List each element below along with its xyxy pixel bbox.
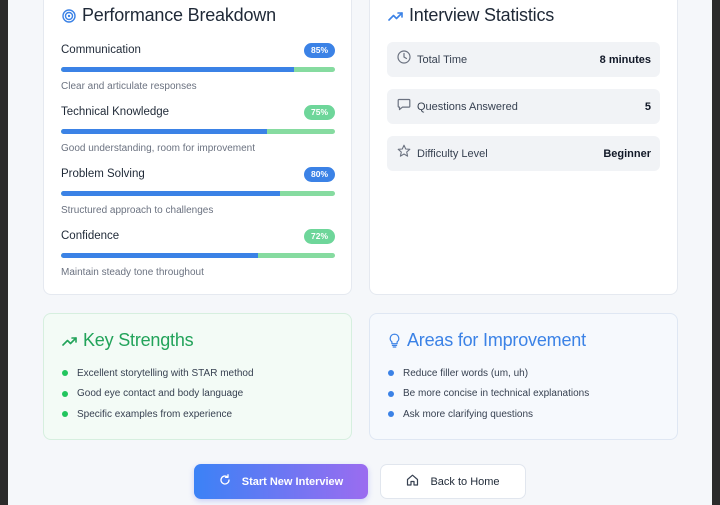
start-new-interview-label: Start New Interview (241, 475, 344, 488)
metric-header: Problem Solving 80% (61, 165, 335, 183)
improvement-header: Areas for Improvement (388, 330, 586, 351)
metric-description: Good understanding, room for improvement (61, 143, 255, 154)
metric-row: Problem Solving 80% Structured approach to… (61, 165, 335, 216)
star-icon (397, 144, 417, 163)
list-item: Good eye contact and body language (62, 384, 254, 405)
stat-difficulty-level: Difficulty Level Beginner (387, 136, 660, 171)
list-item: Excellent storytelling with STAR method (62, 363, 254, 384)
progress-bar (61, 129, 335, 134)
stat-value: Beginner (603, 147, 651, 160)
performance-breakdown-header: Performance Breakdown (62, 5, 276, 26)
metric-header: Communication 85% (61, 41, 335, 59)
home-icon (406, 474, 419, 489)
metric-name: Communication (61, 44, 141, 56)
strength-text: Excellent storytelling with STAR method (77, 367, 254, 379)
score-badge: 75% (303, 104, 335, 120)
back-to-home-button[interactable]: Back to Home (380, 464, 526, 499)
key-strengths-title: Key Strengths (83, 330, 194, 350)
metric-name: Confidence (61, 230, 120, 242)
progress-fill (61, 67, 294, 72)
improvement-text: Be more concise in technical explanation… (403, 388, 590, 400)
bullet-dot (388, 370, 394, 377)
refresh-icon (219, 474, 231, 489)
stat-questions-answered: Questions Answered 5 (387, 89, 660, 124)
stat-label: Questions Answered (417, 100, 518, 113)
metric-description: Structured approach to challenges (61, 205, 214, 216)
key-strengths-header: Key Strengths (62, 330, 194, 351)
performance-breakdown-title: Performance Breakdown (82, 5, 276, 25)
metric-description: Clear and articulate responses (61, 81, 197, 92)
start-new-interview-button[interactable]: Start New Interview (194, 464, 368, 499)
back-to-home-label: Back to Home (430, 475, 500, 488)
strength-text: Good eye contact and body language (77, 388, 244, 400)
list-item: Ask more clarifying questions (388, 404, 589, 425)
bullet-dot (62, 370, 68, 377)
key-strengths-card: Key Strengths Excellent storytelling wit… (43, 313, 352, 440)
progress-bar (61, 253, 335, 258)
improvement-text: Reduce filler words (um, uh) (403, 367, 529, 379)
metric-name: Technical Knowledge (61, 106, 170, 118)
strengths-list: Excellent storytelling with STAR method … (62, 363, 254, 425)
interview-statistics-title: Interview Statistics (409, 5, 555, 25)
progress-bar (61, 191, 335, 196)
metric-row: Confidence 72% Maintain steady tone throug… (61, 227, 335, 278)
metric-header: Technical Knowledge 75% (61, 103, 335, 121)
list-item: Reduce filler words (um, uh) (388, 363, 589, 384)
score-badge: 72% (303, 228, 335, 244)
performance-breakdown-card: Performance Breakdown Communication 85% Cl… (43, 0, 352, 295)
clock-icon (397, 50, 417, 69)
strength-text: Specific examples from experience (77, 408, 233, 420)
bullet-dot (388, 390, 394, 397)
bullet-dot (388, 411, 394, 418)
list-item: Be more concise in technical explanation… (388, 384, 589, 405)
stat-label: Difficulty Level (417, 147, 488, 160)
stat-value: 8 minutes (599, 53, 651, 66)
progress-fill (61, 253, 259, 258)
stat-value: 5 (644, 100, 651, 113)
improvement-text: Ask more clarifying questions (403, 408, 534, 420)
results-page: Performance Breakdown Communication 85% Cl… (8, 0, 712, 505)
metric-row: Communication 85% Clear and articulate res… (61, 41, 335, 92)
lightbulb-icon (388, 333, 401, 348)
progress-fill (61, 191, 281, 196)
metric-row: Technical Knowledge 75% Good understanding… (61, 103, 335, 154)
score-badge: 80% (303, 166, 335, 182)
progress-fill (61, 129, 267, 134)
improvement-title: Areas for Improvement (407, 330, 586, 350)
improvements-list: Reduce filler words (um, uh) Be more con… (388, 363, 589, 425)
areas-for-improvement-card: Areas for Improvement Reduce filler word… (369, 313, 678, 440)
interview-statistics-header: Interview Statistics (388, 5, 554, 26)
metric-description: Maintain steady tone throughout (61, 267, 204, 278)
message-square-icon (397, 97, 417, 116)
bullet-dot (62, 411, 68, 418)
metric-name: Problem Solving (61, 168, 145, 180)
target-icon (62, 8, 76, 23)
trending-up-icon (62, 335, 77, 347)
stat-total-time: Total Time 8 minutes (387, 42, 660, 77)
interview-statistics-card: Interview Statistics Total Time 8 minute… (369, 0, 678, 295)
score-badge: 85% (303, 42, 335, 58)
progress-bar (61, 67, 335, 72)
metric-header: Confidence 72% (61, 227, 335, 245)
stat-label: Total Time (417, 53, 468, 66)
trending-up-icon (388, 10, 403, 22)
list-item: Specific examples from experience (62, 404, 254, 425)
bullet-dot (62, 390, 68, 397)
